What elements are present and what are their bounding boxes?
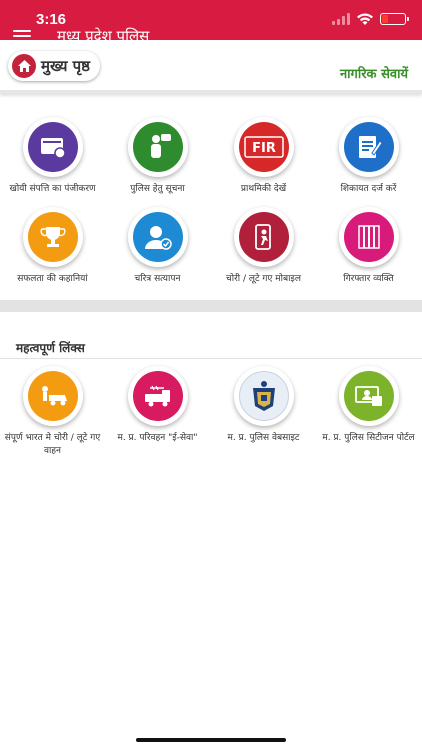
link-label: संपूर्ण भारत मे चोरी / लूटे गए वाहन <box>4 433 101 456</box>
service-label: सफलता की कहानियां <box>17 274 88 284</box>
links-section-title: महत्वपूर्ण लिंक्स <box>16 341 85 355</box>
svg-text:FIR: FIR <box>252 141 276 156</box>
lost-property-icon <box>27 122 78 172</box>
service-police-info[interactable]: पुलिस हेतु सूचना <box>105 117 210 196</box>
app-bar: 3:16 मध्य प्रदेश पुलिस <box>0 0 422 45</box>
service-label: पुलिस हेतु सूचना <box>130 184 185 194</box>
link-police-website[interactable]: म. प्र. पुलिस वेबसाइट <box>211 366 316 445</box>
section-separator <box>0 300 422 312</box>
link-citizen-portal[interactable]: म. प्र. पुलिस सिटीजन पोर्टल <box>316 366 421 445</box>
stolen-vehicle-icon <box>27 371 78 421</box>
citizen-portal-icon <box>343 371 394 421</box>
battery-icon <box>380 13 409 25</box>
arrested-icon <box>343 212 394 262</box>
service-label: चोरी / लूटे गए मोबाइल <box>226 274 301 284</box>
complaint-icon <box>343 122 394 172</box>
service-register-complaint[interactable]: शिकायत दर्ज करें <box>316 117 421 196</box>
home-label: मुख्य पृष्ठ <box>41 57 91 75</box>
link-label: म. प्र. परिवहन "ई-सेवा" <box>117 433 198 443</box>
service-label: गिरफ्तार व्यक्ति <box>343 274 394 284</box>
verification-icon <box>132 212 183 262</box>
signal-icon <box>332 13 350 25</box>
status-icons <box>332 12 409 26</box>
transport-icon <box>132 371 183 421</box>
trophy-icon <box>27 212 78 262</box>
home-icon <box>12 54 36 78</box>
home-indicator <box>136 738 286 742</box>
service-label: प्राथमिकी देखें <box>240 184 287 194</box>
service-view-fir[interactable]: FIR प्राथमिकी देखें <box>211 117 316 196</box>
fir-icon: FIR <box>238 122 289 172</box>
service-label: शिकायत दर्ज करें <box>340 184 397 194</box>
police-emblem-icon <box>238 371 289 421</box>
link-transport-eseva[interactable]: म. प्र. परिवहन "ई-सेवा" <box>105 366 210 445</box>
divider <box>0 358 422 359</box>
service-stolen-mobile[interactable]: चोरी / लूटे गए मोबाइल <box>211 207 316 286</box>
wifi-icon <box>357 12 373 25</box>
service-character-verification[interactable]: चरित्र सत्यापन <box>105 207 210 286</box>
service-lost-property[interactable]: खोयी संपत्ति का पंजीकरण <box>0 117 105 196</box>
link-label: म. प्र. पुलिस वेबसाइट <box>227 433 300 443</box>
service-label: खोयी संपत्ति का पंजीकरण <box>9 184 96 194</box>
service-label: चरित्र सत्यापन <box>134 274 181 284</box>
link-stolen-vehicles[interactable]: संपूर्ण भारत मे चोरी / लूटे गए वाहन <box>0 366 105 458</box>
header-strip: मुख्य पृष्ठ नागरिक सेवायें <box>0 40 422 94</box>
home-button[interactable]: मुख्य पृष्ठ <box>8 51 101 81</box>
service-success-stories[interactable]: सफलता की कहानियां <box>0 207 105 286</box>
citizen-services-tab[interactable]: नागरिक सेवायें <box>340 64 408 82</box>
link-label: म. प्र. पुलिस सिटीजन पोर्टल <box>322 433 415 443</box>
service-arrested-persons[interactable]: गिरफ्तार व्यक्ति <box>316 207 421 286</box>
stolen-mobile-icon <box>238 212 289 262</box>
police-info-icon <box>132 122 183 172</box>
